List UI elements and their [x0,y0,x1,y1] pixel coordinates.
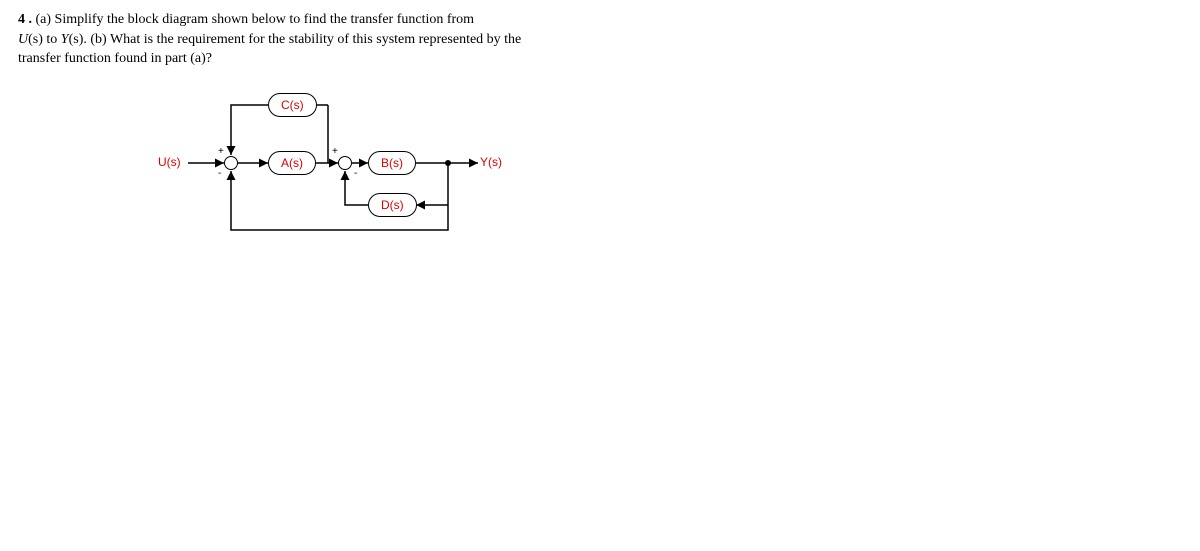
block-diagram: U(s) Y(s) + - + - A(s) B(s) C(s) D(s) [158,85,638,245]
u-symbol: U [18,32,28,47]
block-D-label: D(s) [381,198,404,212]
block-C: C(s) [268,93,317,117]
sum2-sign-plus-top: + [332,147,338,157]
summing-junction-1 [224,156,238,170]
line2-mid: (s) to [28,32,61,47]
y-symbol: Y [61,32,69,47]
block-C-label: C(s) [281,98,304,112]
output-label: Y(s) [480,155,502,169]
block-B-label: B(s) [381,156,403,170]
summing-junction-2 [338,156,352,170]
sum1-sign-minus-bottom: - [218,169,221,179]
block-B: B(s) [368,151,416,175]
block-D: D(s) [368,193,417,217]
block-A-label: A(s) [281,156,303,170]
sum2-sign-minus-bottom: - [354,169,357,179]
sum1-sign-plus-top: + [218,147,224,157]
question-number: 4 . [18,12,32,27]
line3: transfer function found in part (a)? [18,51,212,66]
input-label: U(s) [158,155,181,169]
line2-after: (s). (b) What is the requirement for the… [69,32,522,47]
question-part-a: (a) Simplify the block diagram shown bel… [36,12,475,27]
pickoff-node [445,160,451,166]
block-A: A(s) [268,151,316,175]
question-text: 4 . (a) Simplify the block diagram shown… [18,10,1182,69]
